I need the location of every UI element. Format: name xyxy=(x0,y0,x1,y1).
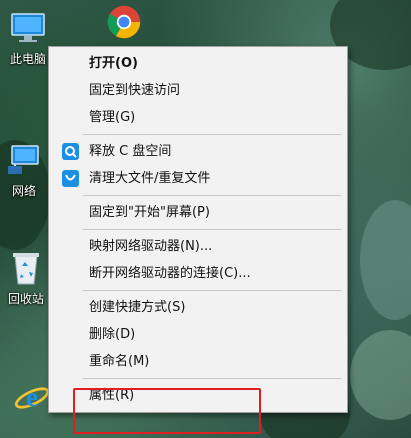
menu-item-label: 管理(G) xyxy=(89,110,136,125)
desktop-icon-chrome[interactable] xyxy=(94,4,154,44)
menu-item-label: 固定到快速访问 xyxy=(89,83,181,98)
menu-separator xyxy=(83,134,341,135)
menu-item-rename[interactable]: 重命名(M) xyxy=(49,348,347,375)
internet-explorer-icon: e xyxy=(14,380,50,416)
menu-item-properties[interactable]: 属性(R) xyxy=(49,382,347,409)
menu-separator xyxy=(83,229,341,230)
menu-item-manage[interactable]: 管理(G) xyxy=(49,104,347,131)
menu-item-open[interactable]: 打开(O) xyxy=(49,50,347,77)
menu-item-label: 固定到"开始"屏幕(P) xyxy=(89,205,210,220)
menu-item-pin-quick-access[interactable]: 固定到快速访问 xyxy=(49,77,347,104)
menu-item-label: 创建快捷方式(S) xyxy=(89,300,186,315)
menu-item-clean-large-files[interactable]: 清理大文件/重复文件 xyxy=(49,165,347,192)
desktop-icon-label: 网络 xyxy=(11,184,36,198)
menu-item-label: 重命名(M) xyxy=(89,354,150,369)
svg-text:e: e xyxy=(26,382,38,412)
menu-separator xyxy=(83,195,341,196)
menu-item-label: 属性(R) xyxy=(89,388,135,403)
foliage-decoration xyxy=(360,200,411,320)
menu-item-delete[interactable]: 删除(D) xyxy=(49,321,347,348)
menu-item-disconnect-network-drive[interactable]: 断开网络驱动器的连接(C)... xyxy=(49,260,347,287)
chrome-icon xyxy=(106,4,142,40)
foliage-decoration xyxy=(350,330,411,420)
desktop: 此电脑 网络 回收站 e 打开(O) 固定到快速访问 管理(G) 释放 C 盘空… xyxy=(0,0,411,438)
context-menu: 打开(O) 固定到快速访问 管理(G) 释放 C 盘空间 清理大文件/重复文件 … xyxy=(48,46,348,413)
menu-item-label: 映射网络驱动器(N)... xyxy=(89,239,213,254)
this-pc-icon xyxy=(10,10,46,46)
menu-item-map-network-drive[interactable]: 映射网络驱动器(N)... xyxy=(49,233,347,260)
cleanup-app-icon-2 xyxy=(62,170,79,187)
menu-item-label: 打开(O) xyxy=(89,56,138,71)
recycle-bin-icon xyxy=(8,250,44,286)
desktop-icon-network[interactable]: 网络 xyxy=(0,142,54,199)
menu-separator xyxy=(83,378,341,379)
menu-item-free-c-drive[interactable]: 释放 C 盘空间 xyxy=(49,138,347,165)
menu-separator xyxy=(83,290,341,291)
menu-item-label: 删除(D) xyxy=(89,327,136,342)
network-icon xyxy=(6,142,42,178)
menu-item-label: 释放 C 盘空间 xyxy=(89,144,172,159)
cleanup-app-icon xyxy=(62,143,79,160)
menu-item-label: 清理大文件/重复文件 xyxy=(89,171,211,186)
menu-item-create-shortcut[interactable]: 创建快捷方式(S) xyxy=(49,294,347,321)
menu-item-label: 断开网络驱动器的连接(C)... xyxy=(89,266,251,281)
menu-item-pin-start[interactable]: 固定到"开始"屏幕(P) xyxy=(49,199,347,226)
